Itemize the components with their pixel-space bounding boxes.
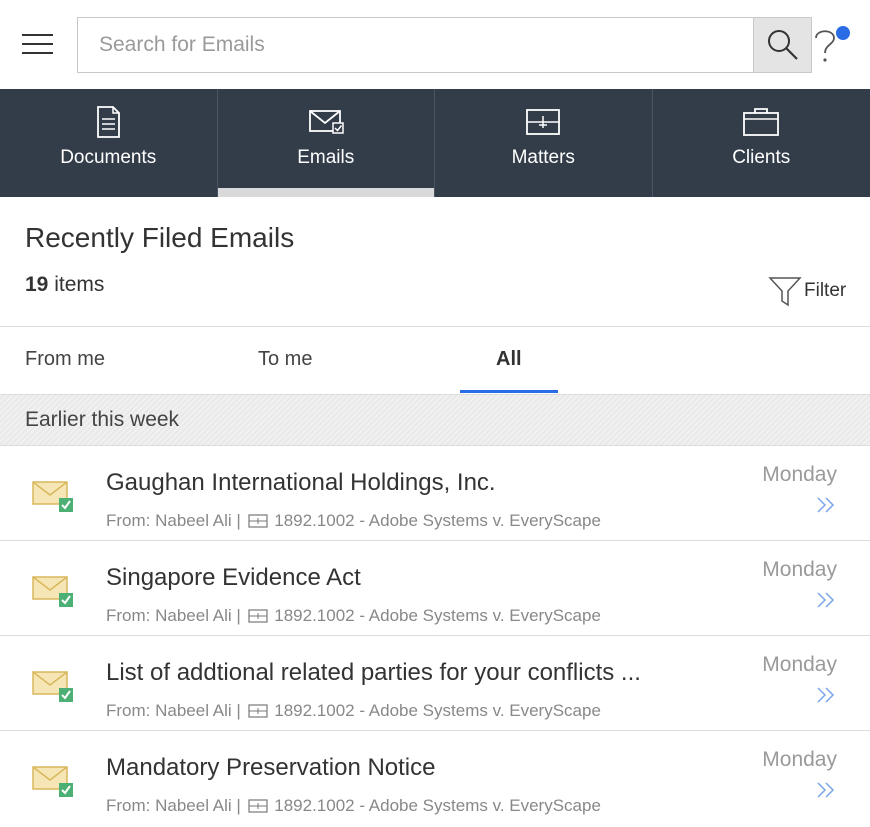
hamburger-menu-icon[interactable] — [20, 30, 56, 58]
matter-icon — [526, 109, 561, 135]
tab-emails[interactable]: Emails — [217, 89, 435, 197]
matter-icon — [247, 609, 268, 623]
email-list-item[interactable]: Mandatory Preservation Notice From: Nabe… — [0, 731, 870, 826]
search-button[interactable] — [753, 18, 811, 72]
subtab-to-me[interactable]: To me — [258, 348, 312, 371]
double-chevron-right-icon[interactable] — [815, 686, 837, 704]
email-list-item[interactable]: Singapore Evidence Act From: Nabeel Ali … — [0, 541, 870, 636]
tab-documents[interactable]: Documents — [0, 89, 218, 197]
double-chevron-right-icon[interactable] — [815, 781, 837, 799]
email-subject: List of addtional related parties for yo… — [106, 659, 641, 686]
document-icon — [97, 106, 121, 138]
filter-icon — [768, 277, 802, 307]
email-date: Monday — [762, 653, 837, 676]
search-input[interactable] — [78, 18, 753, 72]
filed-email-icon — [32, 671, 73, 702]
email-matter: 1892.1002 - Adobe Systems v. EveryScape — [274, 511, 601, 530]
tab-matters[interactable]: Matters — [435, 89, 653, 197]
email-date: Monday — [762, 748, 837, 771]
matter-icon — [247, 704, 268, 718]
subtab-from-me[interactable]: From me — [25, 348, 105, 371]
item-count-number: 19 — [25, 273, 49, 296]
email-matter: 1892.1002 - Adobe Systems v. EveryScape — [274, 796, 601, 815]
email-from: From: Nabeel Ali | — [106, 701, 241, 720]
email-matter: 1892.1002 - Adobe Systems v. EveryScape — [274, 606, 601, 625]
email-list-item[interactable]: List of addtional related parties for yo… — [0, 636, 870, 731]
email-subject: Mandatory Preservation Notice — [106, 754, 436, 781]
notification-badge — [836, 26, 850, 40]
double-chevron-right-icon[interactable] — [815, 496, 837, 514]
email-date: Monday — [762, 558, 837, 581]
email-meta: From: Nabeel Ali | 1892.1002 - Adobe Sys… — [106, 511, 601, 531]
tab-label: Matters — [511, 147, 575, 168]
active-tab-indicator — [460, 390, 558, 393]
email-from: From: Nabeel Ali | — [106, 796, 241, 815]
tab-label: Clients — [732, 147, 791, 168]
email-from: From: Nabeel Ali | — [106, 606, 241, 625]
email-meta: From: Nabeel Ali | 1892.1002 - Adobe Sys… — [106, 701, 601, 721]
subtab-all[interactable]: All — [496, 348, 522, 371]
briefcase-icon — [743, 108, 780, 136]
search-icon — [768, 30, 798, 60]
email-subject: Singapore Evidence Act — [106, 564, 361, 591]
tab-label: Emails — [297, 147, 355, 168]
filter-label: Filter — [804, 280, 847, 301]
email-matter: 1892.1002 - Adobe Systems v. EveryScape — [274, 701, 601, 720]
filed-email-icon — [32, 766, 73, 797]
group-header: Earlier this week — [0, 394, 870, 446]
email-icon — [308, 110, 344, 134]
matter-icon — [247, 799, 268, 813]
email-meta: From: Nabeel Ali | 1892.1002 - Adobe Sys… — [106, 606, 601, 626]
top-bar — [0, 0, 870, 89]
email-filter-tabs: From me To me All — [0, 326, 870, 394]
matter-icon — [247, 514, 268, 528]
search-box — [77, 17, 812, 73]
main-nav: Documents Emails Matters Clients — [0, 89, 870, 197]
item-count-label: items — [54, 273, 105, 296]
email-meta: From: Nabeel Ali | 1892.1002 - Adobe Sys… — [106, 796, 601, 816]
double-chevron-right-icon[interactable] — [815, 591, 837, 609]
filed-email-icon — [32, 481, 73, 512]
email-list-item[interactable]: Gaughan International Holdings, Inc. Fro… — [0, 446, 870, 541]
tab-clients[interactable]: Clients — [653, 89, 870, 197]
email-date: Monday — [762, 463, 837, 486]
email-subject: Gaughan International Holdings, Inc. — [106, 469, 496, 496]
group-label: Earlier this week — [25, 408, 180, 431]
item-count: 19 items — [25, 273, 104, 297]
tab-label: Documents — [60, 147, 157, 168]
page-title: Recently Filed Emails — [25, 222, 295, 253]
email-from: From: Nabeel Ali | — [106, 511, 241, 530]
filed-email-icon — [32, 576, 73, 607]
